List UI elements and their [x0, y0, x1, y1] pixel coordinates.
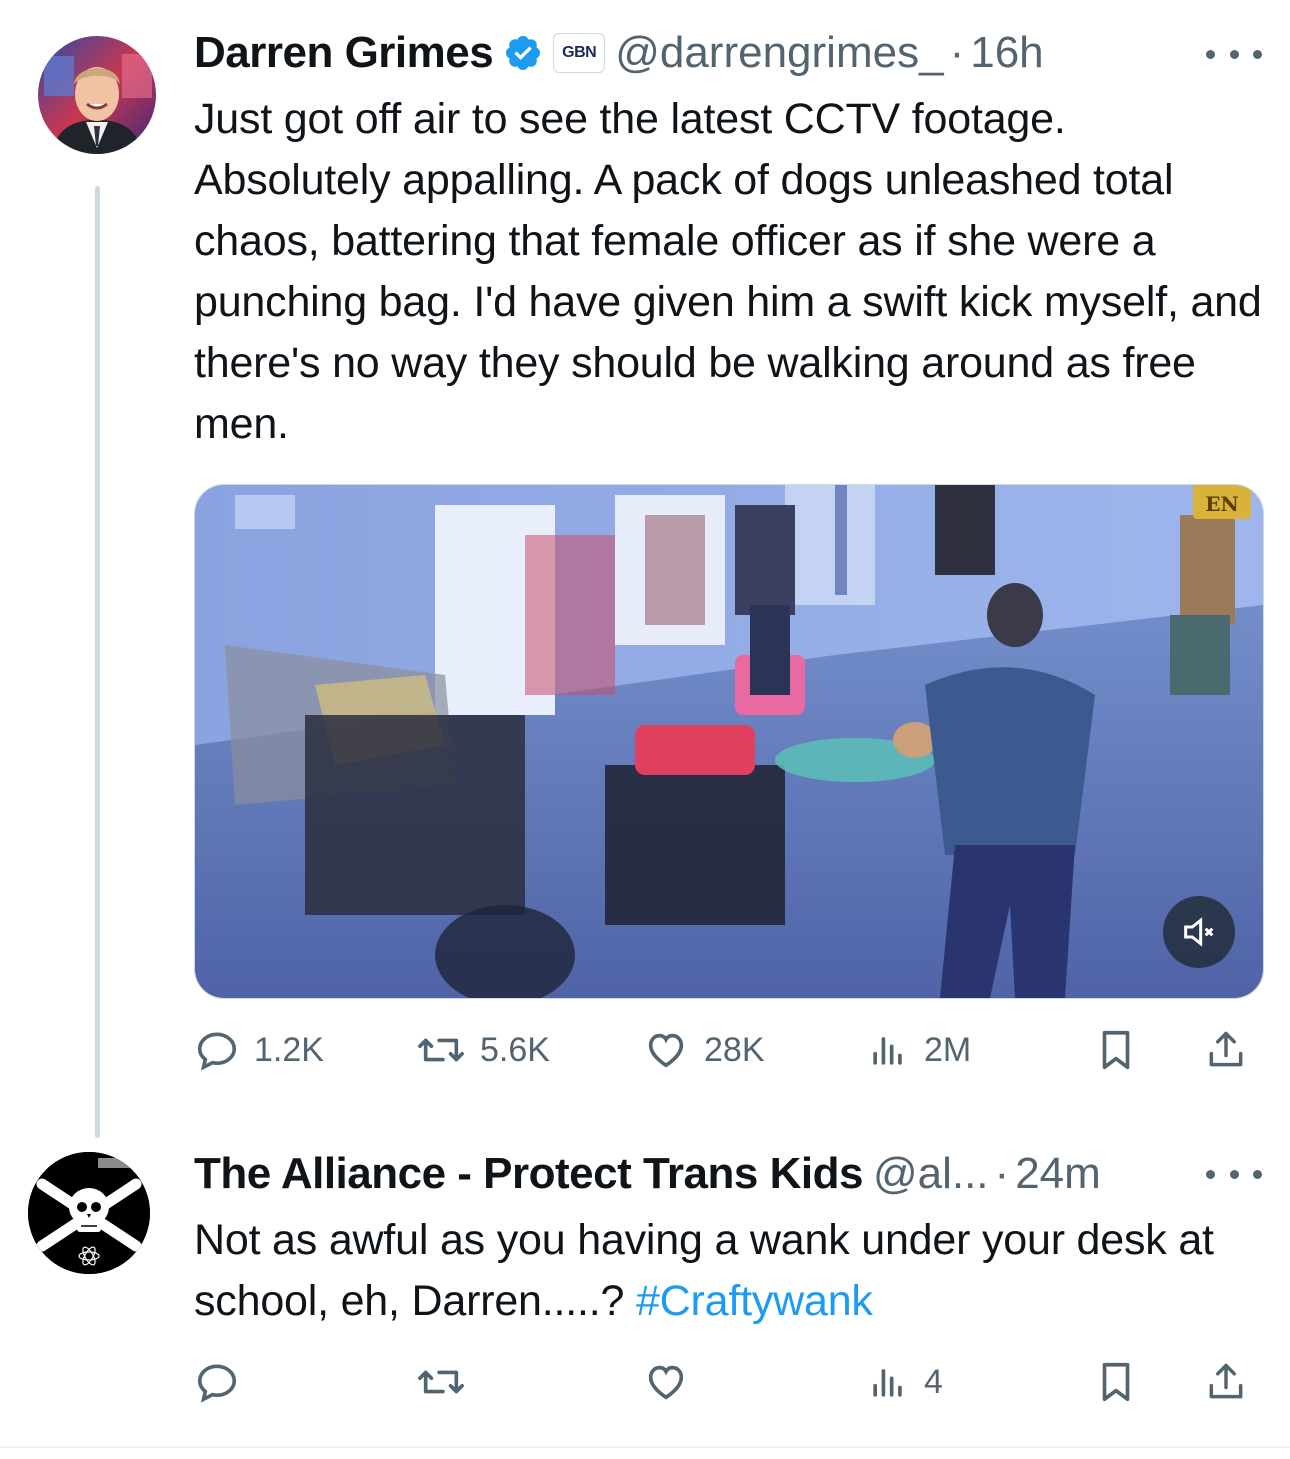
share-icon: [1209, 1031, 1243, 1067]
views-count: 4: [924, 1362, 943, 1401]
tweet-actions: 1.2K 5.6K 28K 2M: [194, 1020, 1262, 1080]
display-name[interactable]: Darren Grimes: [194, 28, 494, 78]
like-button[interactable]: 28K: [642, 1020, 765, 1080]
tweet-reply-alliance[interactable]: The Alliance - Protect Trans Kids @al...…: [0, 1100, 1290, 1446]
avatar-the-alliance[interactable]: [28, 1152, 150, 1274]
cctv-video-frame: [195, 485, 1263, 998]
tweet-darren-grimes[interactable]: Darren Grimes GBN @darrengrimes_ · 16h J…: [0, 0, 1290, 1138]
bookmark-icon: [1102, 1030, 1130, 1070]
bookmark-icon: [1102, 1362, 1130, 1402]
bottom-divider: [0, 1446, 1290, 1448]
repost-icon: [418, 1038, 464, 1062]
views-button[interactable]: 4: [866, 1352, 943, 1412]
tweet-actions: 4: [194, 1352, 1262, 1412]
timestamp[interactable]: 16h: [970, 28, 1043, 78]
views-button[interactable]: 2M: [866, 1020, 971, 1080]
bookmark-button[interactable]: [1096, 1352, 1136, 1412]
handle[interactable]: @al...: [873, 1149, 989, 1199]
tweet-header: The Alliance - Protect Trans Kids @al...…: [194, 1148, 1101, 1200]
reply-icon: [197, 1364, 237, 1403]
reply-icon: [197, 1032, 237, 1071]
share-button[interactable]: [1204, 1020, 1248, 1080]
share-button[interactable]: [1204, 1352, 1248, 1412]
reply-button[interactable]: 1.2K: [194, 1020, 324, 1080]
more-icon[interactable]: [1206, 1154, 1262, 1194]
share-icon: [1209, 1363, 1243, 1399]
like-button[interactable]: [642, 1352, 690, 1412]
mute-icon[interactable]: [1163, 896, 1235, 968]
separator-dot: ·: [994, 1149, 1010, 1198]
handle[interactable]: @darrengrimes_: [615, 28, 943, 78]
reply-button[interactable]: [194, 1352, 240, 1412]
channel-logo-en: EN: [1193, 485, 1251, 519]
like-icon: [648, 1033, 684, 1068]
repost-button[interactable]: [416, 1352, 466, 1412]
display-name[interactable]: The Alliance - Protect Trans Kids: [194, 1149, 863, 1199]
repost-button[interactable]: 5.6K: [416, 1020, 550, 1080]
views-count: 2M: [924, 1030, 972, 1069]
affiliate-badge-gbn[interactable]: GBN: [553, 33, 606, 73]
tweet-text: Just got off air to see the latest CCTV …: [194, 95, 1262, 448]
timestamp[interactable]: 24m: [1015, 1149, 1101, 1199]
views-icon: [873, 1369, 902, 1397]
verified-badge-icon: [503, 33, 543, 73]
tweet-text: Not as awful as you having a wank under …: [194, 1210, 1214, 1332]
views-icon: [873, 1037, 902, 1065]
hashtag-link[interactable]: #Craftywank: [636, 1277, 873, 1325]
avatar-darren-grimes[interactable]: [38, 36, 156, 154]
bookmark-button[interactable]: [1096, 1020, 1136, 1080]
separator-dot: ·: [949, 28, 965, 77]
more-icon[interactable]: [1206, 34, 1262, 74]
repost-count: 5.6K: [480, 1030, 550, 1069]
reply-count: 1.2K: [254, 1030, 324, 1069]
thread-connector-line: [95, 186, 100, 1138]
like-icon: [648, 1365, 684, 1400]
video-player[interactable]: EN: [194, 484, 1264, 999]
tweet-header: Darren Grimes GBN @darrengrimes_ · 16h: [194, 27, 1044, 79]
repost-icon: [418, 1370, 464, 1394]
affiliate-badge-label: GBN: [562, 44, 597, 61]
like-count: 28K: [704, 1030, 765, 1069]
